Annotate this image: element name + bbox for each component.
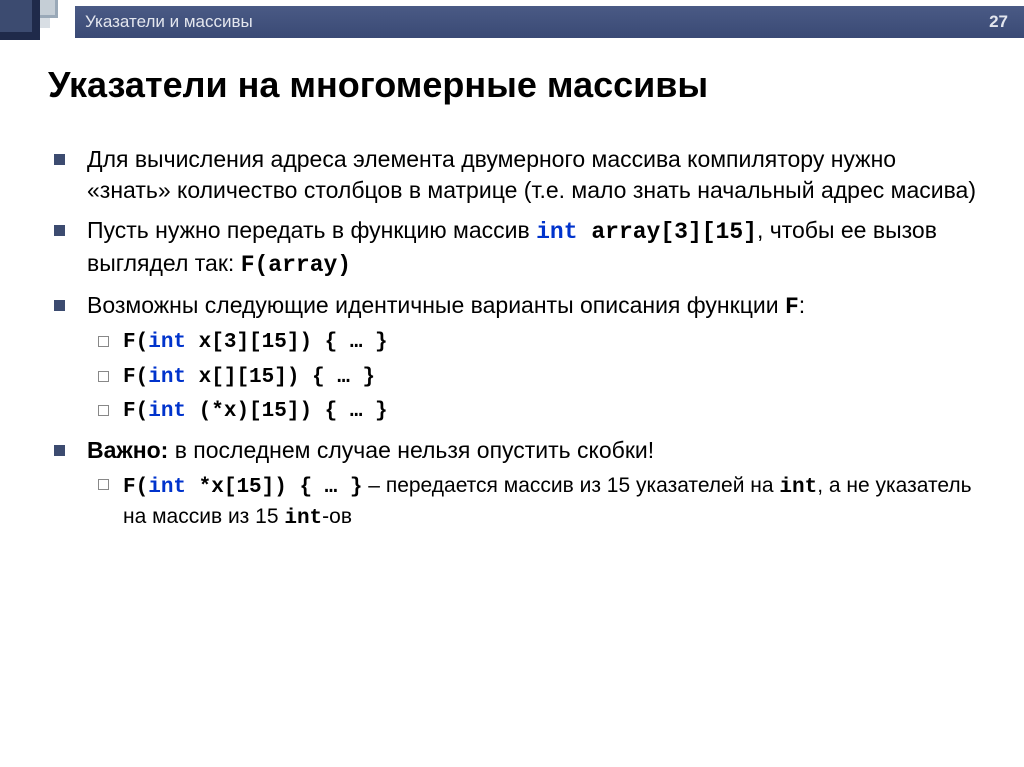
page-title: Указатели на многомерные массивы	[48, 64, 984, 106]
bullet-text: Важно: в последнем случае нельзя опустит…	[87, 435, 984, 466]
sub-list: F(int *x[15]) { … } – передается массив …	[48, 472, 984, 533]
slide-header: Указатели и массивы 27	[0, 0, 1024, 44]
list-item: Важно: в последнем случае нельзя опустит…	[48, 435, 984, 533]
list-item: F(int (*x)[15]) { … }	[98, 398, 984, 426]
list-item: Возможны следующие идентичные варианты о…	[48, 290, 984, 426]
code-snippet: F(array)	[241, 252, 351, 278]
bullet-square-icon	[54, 300, 65, 311]
bullet-hollow-square-icon	[98, 371, 109, 382]
code-snippet: F(int x[3][15]) { … }	[123, 329, 984, 357]
sub-list: F(int x[3][15]) { … } F(int x[][15]) { ……	[48, 329, 984, 426]
bullet-square-icon	[54, 154, 65, 165]
bullet-square-icon	[54, 225, 65, 236]
bullet-text: Для вычисления адреса элемента двумерног…	[87, 144, 984, 206]
title-banner: Указатели и массивы 27	[75, 6, 1024, 38]
slide-number: 27	[989, 12, 1008, 32]
bullet-text: Возможны следующие идентичные варианты о…	[87, 290, 984, 323]
code-snippet: F	[785, 294, 799, 320]
list-item: Пусть нужно передать в функцию массив in…	[48, 215, 984, 281]
bullet-hollow-square-icon	[98, 479, 109, 490]
list-item: Для вычисления адреса элемента двумерног…	[48, 144, 984, 206]
bullet-text: Пусть нужно передать в функцию массив in…	[87, 215, 984, 281]
sub-text: F(int *x[15]) { … } – передается массив …	[123, 472, 984, 533]
decorative-logo	[0, 0, 75, 44]
slide-content: Указатели на многомерные массивы Для выч…	[0, 44, 1024, 533]
code-snippet: F(int (*x)[15]) { … }	[123, 398, 984, 426]
banner-title: Указатели и массивы	[85, 12, 253, 32]
code-snippet: F(int x[][15]) { … }	[123, 364, 984, 392]
list-item: F(int *x[15]) { … } – передается массив …	[98, 472, 984, 533]
list-item: F(int x[][15]) { … }	[98, 364, 984, 392]
bullet-hollow-square-icon	[98, 336, 109, 347]
code-snippet: int	[284, 507, 322, 530]
bullet-list: Для вычисления адреса элемента двумерног…	[48, 144, 984, 533]
code-snippet: int array[3][15]	[536, 219, 757, 245]
bullet-square-icon	[54, 445, 65, 456]
bullet-hollow-square-icon	[98, 405, 109, 416]
code-snippet: int	[779, 476, 817, 499]
code-snippet: F(int *x[15]) { … }	[123, 476, 362, 499]
list-item: F(int x[3][15]) { … }	[98, 329, 984, 357]
